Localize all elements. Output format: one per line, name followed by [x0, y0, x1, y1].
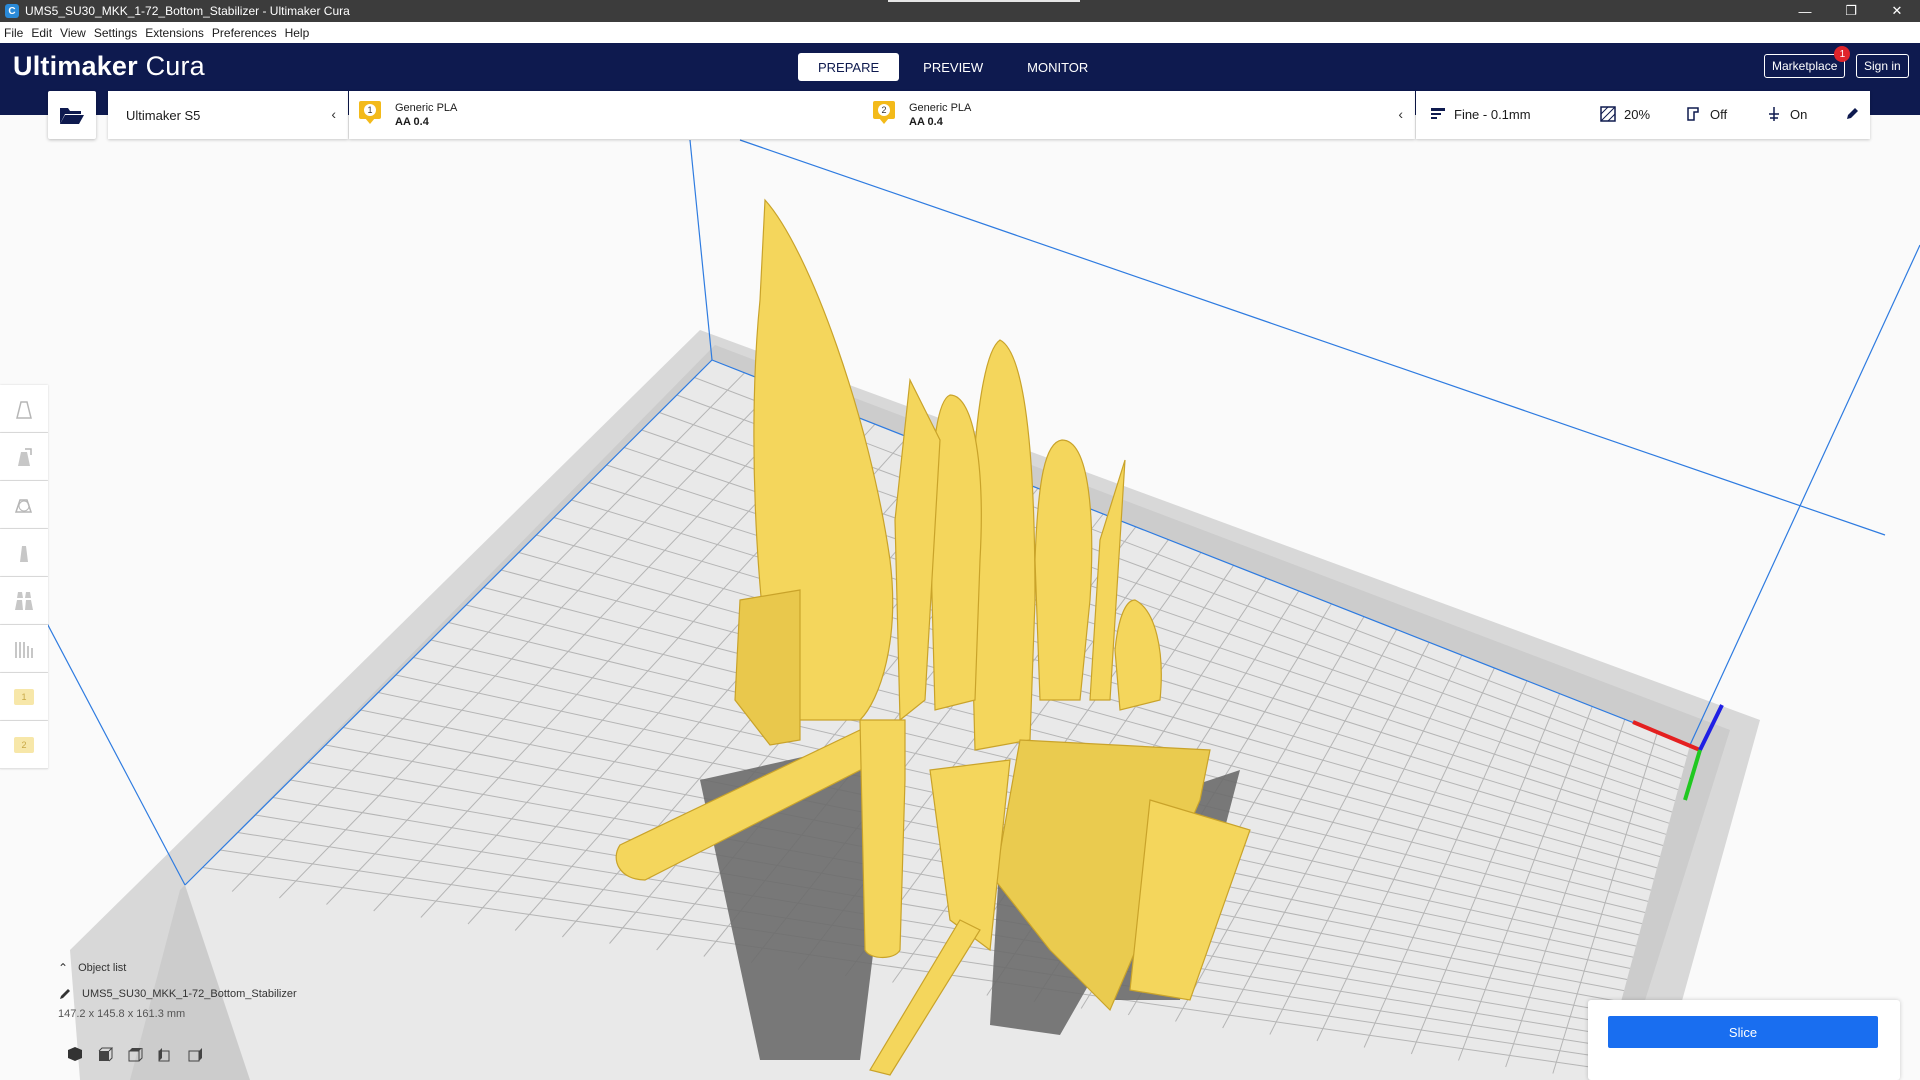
- folder-open-icon: [60, 108, 84, 124]
- left-view-icon: [158, 1048, 170, 1062]
- stage-tabs: PREPARE PREVIEW MONITOR: [798, 53, 1112, 81]
- chevron-up-icon: ⌃: [58, 961, 69, 975]
- material-selector[interactable]: 1 Generic PLA AA 0.4 2 Generic PLA AA 0.…: [349, 91, 1415, 139]
- object-name-row[interactable]: UMS5_SU30_MKK_1-72_Bottom_Stabilizer: [58, 984, 297, 1004]
- menu-bar: File Edit View Settings Extensions Prefe…: [0, 22, 1920, 43]
- 3d-viewport[interactable]: [0, 115, 1920, 1080]
- cura-logo: Ultimaker Cura: [13, 51, 205, 82]
- restore-icon[interactable]: ❐: [1828, 0, 1874, 22]
- view-orientation-buttons: [60, 1044, 210, 1064]
- printer-selector[interactable]: Ultimaker S5 ‹: [108, 91, 348, 139]
- mirror-tool-icon: [20, 545, 28, 562]
- marketplace-button[interactable]: Marketplace 1: [1764, 46, 1851, 78]
- extruder-1-tool[interactable]: 1: [0, 673, 48, 721]
- front-view-button[interactable]: [90, 1044, 120, 1064]
- infill-label: 20%: [1624, 106, 1651, 122]
- object-name: UMS5_SU30_MKK_1-72_Bottom_Stabilizer: [82, 988, 297, 1000]
- tab-preview[interactable]: PREVIEW: [903, 53, 1003, 81]
- slice-button[interactable]: Slice: [1608, 1016, 1878, 1048]
- edit-settings-button[interactable]: [1844, 106, 1868, 122]
- per-model-settings-icon: [15, 591, 33, 610]
- right-view-icon: [188, 1048, 202, 1062]
- per-model-settings-tool[interactable]: [0, 577, 48, 625]
- tab-monitor[interactable]: MONITOR: [1007, 53, 1108, 81]
- menu-settings[interactable]: Settings: [90, 26, 141, 40]
- chevron-left-icon: ‹: [1398, 106, 1403, 122]
- chevron-left-icon: ‹: [331, 106, 336, 122]
- titlebar-highlight: [888, 0, 1080, 2]
- move-tool[interactable]: [0, 385, 48, 433]
- left-view-button[interactable]: [150, 1044, 180, 1064]
- tool-column: 1 2: [0, 385, 48, 769]
- notification-badge: 1: [1834, 46, 1851, 62]
- printer-name: Ultimaker S5: [126, 107, 201, 123]
- pencil-icon: [1847, 108, 1858, 119]
- sign-in-button[interactable]: Sign in: [1856, 54, 1909, 78]
- adhesion-setting: On: [1766, 106, 1807, 122]
- support-icon: [1687, 107, 1699, 121]
- object-dimensions: 147.2 x 145.8 x 161.3 mm: [58, 1008, 186, 1020]
- extruder-2-tool-icon: 2: [14, 736, 34, 753]
- object-list-panel: ⌃ Object list UMS5_SU30_MKK_1-72_Bottom_…: [58, 958, 297, 1020]
- extruder-2-material: Generic PLA: [909, 102, 972, 114]
- support-blocker-tool[interactable]: [0, 625, 48, 673]
- infill-icon: [1600, 106, 1616, 122]
- window-titlebar: C UMS5_SU30_MKK_1-72_Bottom_Stabilizer -…: [0, 0, 1920, 22]
- menu-help[interactable]: Help: [281, 26, 314, 40]
- extruder-2-tool[interactable]: 2: [0, 721, 48, 769]
- infill-setting: 20%: [1600, 106, 1650, 122]
- print-settings-selector[interactable]: Fine - 0.1mm 20% Off On: [1416, 91, 1870, 139]
- menu-extensions[interactable]: Extensions: [141, 26, 208, 40]
- extruder-1-tool-icon: 1: [14, 688, 34, 705]
- sign-in-label: Sign in: [1864, 59, 1901, 73]
- extruder-2-number: 2: [878, 104, 890, 116]
- object-list-header: Object list: [78, 962, 127, 974]
- scale-tool[interactable]: [0, 433, 48, 481]
- profile-label: Fine - 0.1mm: [1454, 106, 1531, 122]
- move-tool-icon: [16, 400, 32, 419]
- tab-prepare[interactable]: PREPARE: [798, 53, 900, 81]
- rotate-tool[interactable]: [0, 481, 48, 529]
- top-view-icon: [128, 1048, 143, 1062]
- rotate-tool-icon: [14, 498, 33, 513]
- extruder-2-icon: 2: [873, 101, 895, 125]
- scale-tool-icon: [18, 447, 32, 466]
- extruder-1-nozzle: AA 0.4: [395, 116, 429, 128]
- slice-panel: Slice: [1588, 1000, 1900, 1080]
- logo-brand: Ultimaker: [13, 51, 138, 81]
- extruder-2-nozzle: AA 0.4: [909, 116, 943, 128]
- pencil-icon: [60, 989, 70, 999]
- adhesion-label: On: [1790, 106, 1808, 122]
- extruder-1-number: 1: [364, 104, 376, 116]
- menu-preferences[interactable]: Preferences: [208, 26, 281, 40]
- build-plate-scene: [39, 139, 1920, 1080]
- window-title: UMS5_SU30_MKK_1-72_Bottom_Stabilizer - U…: [25, 4, 350, 18]
- support-label: Off: [1710, 106, 1728, 122]
- close-icon[interactable]: ✕: [1874, 0, 1920, 22]
- object-list-toggle[interactable]: ⌃ Object list: [58, 958, 297, 978]
- mirror-tool[interactable]: [0, 529, 48, 577]
- adhesion-icon: [1769, 107, 1779, 121]
- 3d-view-icon: [68, 1047, 82, 1061]
- extruder-1-icon: 1: [359, 101, 381, 125]
- menu-file[interactable]: File: [0, 26, 27, 40]
- open-file-button[interactable]: [48, 91, 96, 139]
- minimize-icon[interactable]: —: [1782, 0, 1828, 22]
- right-view-button[interactable]: [180, 1044, 210, 1064]
- 3d-view-button[interactable]: [60, 1044, 90, 1064]
- top-view-button[interactable]: [120, 1044, 150, 1064]
- marketplace-label: Marketplace: [1772, 59, 1838, 73]
- support-setting: Off: [1686, 106, 1727, 122]
- front-view-icon: [98, 1047, 113, 1062]
- extruder-1-material: Generic PLA: [395, 102, 458, 114]
- cura-app-icon: C: [5, 4, 19, 18]
- menu-view[interactable]: View: [56, 26, 90, 40]
- logo-product: Cura: [145, 51, 205, 81]
- profile-setting: Fine - 0.1mm: [1430, 106, 1531, 122]
- profile-icon: [1431, 108, 1445, 119]
- extruder-2[interactable]: 2 Generic PLA AA 0.4: [873, 101, 971, 129]
- support-blocker-icon: [15, 641, 33, 658]
- menu-edit[interactable]: Edit: [27, 26, 56, 40]
- extruder-1[interactable]: 1 Generic PLA AA 0.4: [359, 101, 457, 129]
